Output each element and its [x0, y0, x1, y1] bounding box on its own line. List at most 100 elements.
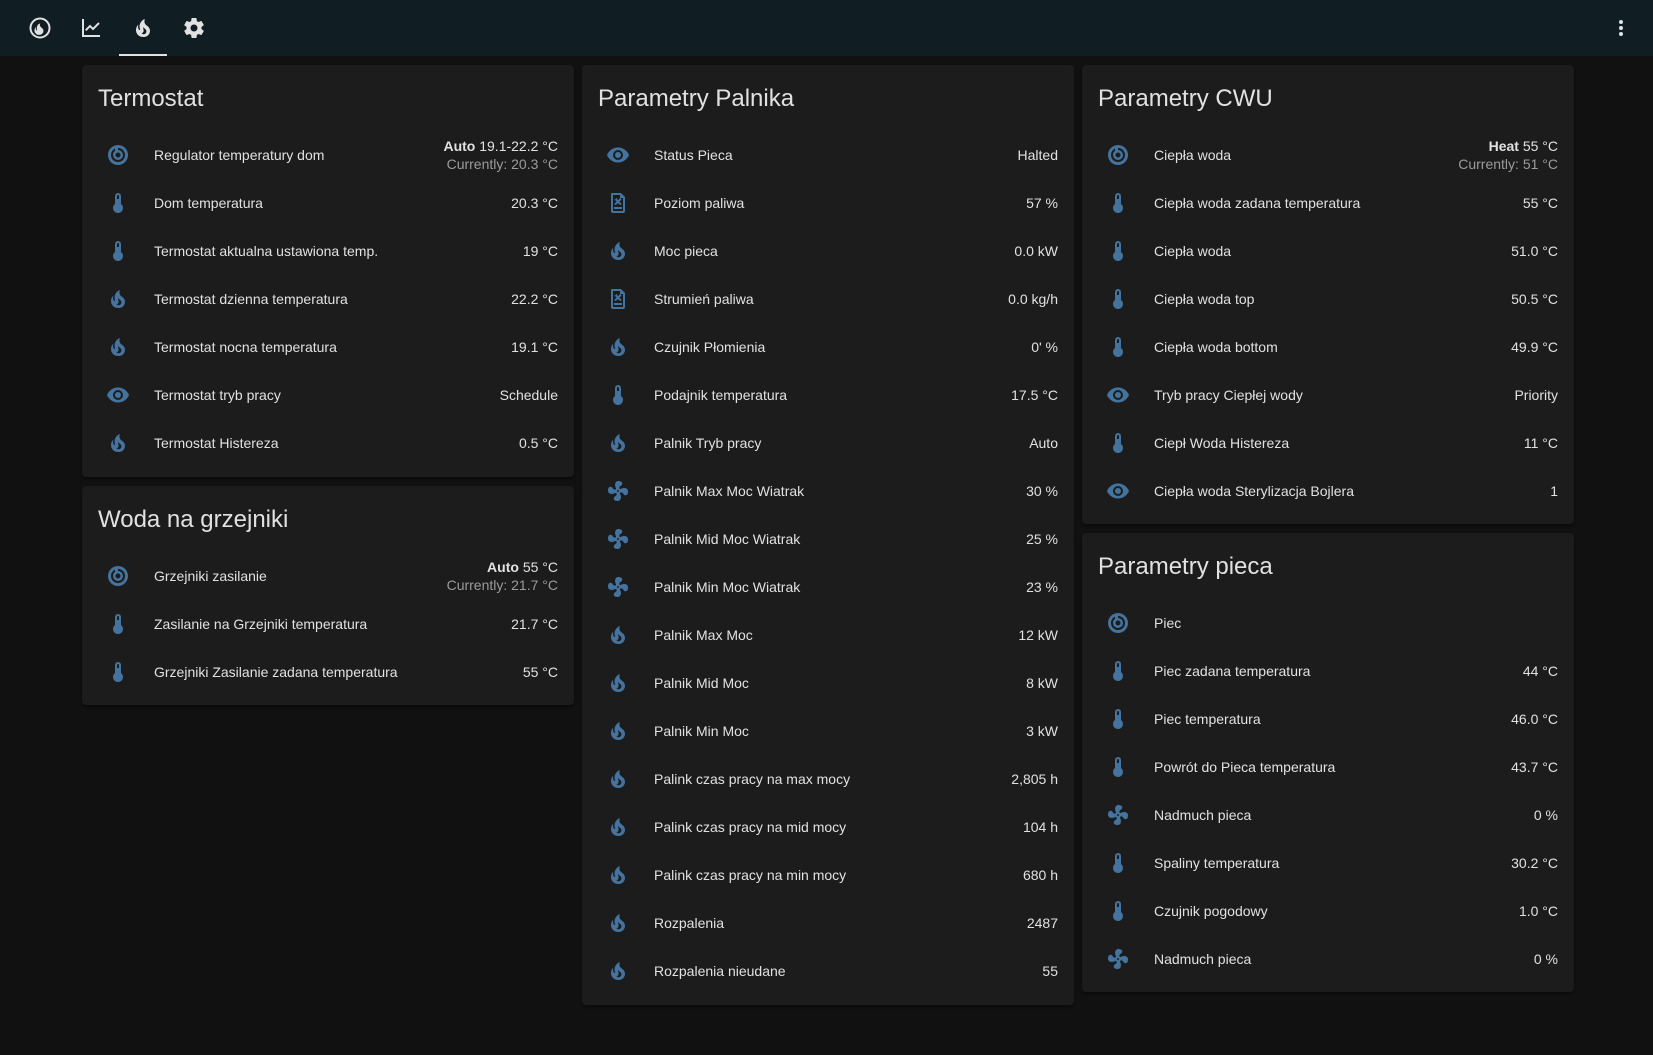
- entity-state: 12 kW: [1018, 627, 1058, 643]
- entity-row[interactable]: Strumień paliwa 0.0 kg/h: [598, 275, 1058, 323]
- entity-row[interactable]: Ciepła woda Sterylizacja Bojlera 1: [1098, 467, 1558, 515]
- tab-boiler[interactable]: [119, 0, 167, 56]
- tab-settings[interactable]: [170, 0, 218, 56]
- thermostat-icon: [98, 556, 138, 596]
- hvac-mode: Auto: [443, 138, 476, 154]
- entity-name: Tryb pracy Ciepłej wody: [1154, 387, 1303, 403]
- entity-name: Strumień paliwa: [654, 291, 754, 307]
- entity-row[interactable]: Nadmuch pieca 0 %: [1098, 791, 1558, 839]
- fire-icon: [598, 327, 638, 367]
- entity-row[interactable]: Nadmuch pieca 0 %: [1098, 935, 1558, 983]
- entity-state: 21.7 °C: [511, 616, 558, 632]
- entity-row[interactable]: Ciepła woda top 50.5 °C: [1098, 275, 1558, 323]
- entity-row[interactable]: Piec: [1098, 599, 1558, 647]
- entity-row[interactable]: Poziom paliwa 57 %: [598, 179, 1058, 227]
- entity-state: 19.1 °C: [511, 339, 558, 355]
- entity-state: 55 °C: [1522, 195, 1558, 211]
- entity-state: 680 h: [1022, 867, 1058, 883]
- entity-row[interactable]: Rozpalenia nieudane 55: [598, 947, 1058, 995]
- entity-row[interactable]: Grzejniki Zasilanie zadana temperatura 55…: [98, 648, 558, 696]
- entity-row[interactable]: Ciepła woda zadana temperatura 55 °C: [1098, 179, 1558, 227]
- target-temperature: 55 °C: [1522, 138, 1558, 154]
- entity-row[interactable]: Ciepła woda bottom 49.9 °C: [1098, 323, 1558, 371]
- entity-name: Grzejniki zasilanie: [154, 568, 267, 584]
- entity-name: Ciepła woda bottom: [1154, 339, 1278, 355]
- entity-row[interactable]: Palnik Mid Moc Wiatrak 25 %: [598, 515, 1058, 563]
- entity-row[interactable]: Powrót do Pieca temperatura 43.7 °C: [1098, 743, 1558, 791]
- eye-icon: [598, 135, 638, 175]
- entity-row[interactable]: Termostat aktualna ustawiona temp. 19 °C: [98, 227, 558, 275]
- tab-history[interactable]: [67, 0, 115, 56]
- entity-row[interactable]: Spaliny temperatura 30.2 °C: [1098, 839, 1558, 887]
- climate-entity-row[interactable]: Grzejniki zasilanie Auto 55 °C Currently: …: [98, 552, 558, 600]
- climate-entity-row[interactable]: Ciepła woda Heat 55 °C Currently: 51 °C: [1098, 131, 1558, 179]
- thermometer-icon: [98, 183, 138, 223]
- entity-row[interactable]: Palnik Mid Moc 8 kW: [598, 659, 1058, 707]
- entity-row[interactable]: Dom temperatura 20.3 °C: [98, 179, 558, 227]
- entity-name: Termostat nocna temperatura: [154, 339, 337, 355]
- hvac-mode: Auto: [487, 559, 519, 575]
- thermometer-icon: [98, 231, 138, 271]
- entity-row[interactable]: Podajnik temperatura 17.5 °C: [598, 371, 1058, 419]
- entity-name: Zasilanie na Grzejniki temperatura: [154, 616, 368, 632]
- entity-row[interactable]: Palnik Min Moc 3 kW: [598, 707, 1058, 755]
- entity-row[interactable]: Palnik Max Moc 12 kW: [598, 611, 1058, 659]
- entity-name: Termostat tryb pracy: [154, 387, 281, 403]
- entity-name: Palnik Tryb pracy: [654, 435, 762, 451]
- entity-row[interactable]: Palnik Min Moc Wiatrak 23 %: [598, 563, 1058, 611]
- fan-icon: [1098, 795, 1138, 835]
- fire-icon: [598, 615, 638, 655]
- entity-state: 0 %: [1533, 807, 1558, 823]
- entity-state: 49.9 °C: [1511, 339, 1558, 355]
- entity-list: Regulator temperatury dom Auto 19.1-22.2 …: [98, 131, 558, 467]
- entity-list: Grzejniki zasilanie Auto 55 °C Currently: …: [98, 552, 558, 696]
- entity-state: 55 °C: [522, 664, 558, 680]
- fire-circle-icon: [28, 16, 52, 40]
- card-parametry-palnika: Parametry Palnika Status Pieca Halted Pozi…: [582, 65, 1074, 1005]
- entity-state: 25 %: [1026, 531, 1058, 547]
- entity-row[interactable]: Zasilanie na Grzejniki temperatura 21.7 °…: [98, 600, 558, 648]
- entity-name: Moc pieca: [654, 243, 718, 259]
- entity-row[interactable]: Ciepła woda 51.0 °C: [1098, 227, 1558, 275]
- climate-entity-row[interactable]: Regulator temperatury dom Auto 19.1-22.2 …: [98, 131, 558, 179]
- thermometer-icon: [1098, 423, 1138, 463]
- entity-list: Ciepła woda Heat 55 °C Currently: 51 °C Cie…: [1098, 131, 1558, 515]
- entity-row[interactable]: Piec temperatura 46.0 °C: [1098, 695, 1558, 743]
- entity-state: 3 kW: [1026, 723, 1058, 739]
- entity-row[interactable]: Termostat dzienna temperatura 22.2 °C: [98, 275, 558, 323]
- card-termostat: Termostat Regulator temperatury dom Auto …: [82, 65, 574, 477]
- entity-row[interactable]: Rozpalenia 2487: [598, 899, 1058, 947]
- entity-row[interactable]: Piec zadana temperatura 44 °C: [1098, 647, 1558, 695]
- entity-row[interactable]: Moc pieca 0.0 kW: [598, 227, 1058, 275]
- entity-row[interactable]: Termostat nocna temperatura 19.1 °C: [98, 323, 558, 371]
- hvac-mode: Heat: [1488, 138, 1519, 154]
- fire-icon: [598, 807, 638, 847]
- entity-list: Status Pieca Halted Poziom paliwa 57 % Moc p…: [598, 131, 1058, 995]
- entity-row[interactable]: Palnik Max Moc Wiatrak 30 %: [598, 467, 1058, 515]
- entity-row[interactable]: Palink czas pracy na min mocy 680 h: [598, 851, 1058, 899]
- entity-state: 0 %: [1533, 951, 1558, 967]
- entity-name: Nadmuch pieca: [1154, 807, 1252, 823]
- entity-row[interactable]: Czujnik pogodowy 1.0 °C: [1098, 887, 1558, 935]
- overflow-menu-button[interactable]: [1601, 8, 1641, 48]
- entity-row[interactable]: Palnik Tryb pracy Auto: [598, 419, 1058, 467]
- entity-name: Ciepła woda zadana temperatura: [1154, 195, 1361, 211]
- entity-row[interactable]: Palink czas pracy na max mocy 2,805 h: [598, 755, 1058, 803]
- entity-name: Ciepła woda: [1154, 147, 1232, 163]
- eye-icon: [1098, 375, 1138, 415]
- entity-name: Piec zadana temperatura: [1154, 663, 1311, 679]
- eye-icon: [1098, 471, 1138, 511]
- entity-row[interactable]: Termostat tryb pracy Schedule: [98, 371, 558, 419]
- entity-name: Podajnik temperatura: [654, 387, 788, 403]
- tab-overview[interactable]: [16, 0, 64, 56]
- entity-row[interactable]: Palink czas pracy na mid mocy 104 h: [598, 803, 1058, 851]
- entity-row[interactable]: Tryb pracy Ciepłej wody Priority: [1098, 371, 1558, 419]
- entity-name: Palink czas pracy na max mocy: [654, 771, 851, 787]
- entity-row[interactable]: Termostat Histereza 0.5 °C: [98, 419, 558, 467]
- entity-row[interactable]: Status Pieca Halted: [598, 131, 1058, 179]
- entity-row[interactable]: Czujnik Płomienia 0' %: [598, 323, 1058, 371]
- entity-name: Termostat dzienna temperatura: [154, 291, 348, 307]
- entity-name: Regulator temperatury dom: [154, 147, 325, 163]
- entity-row[interactable]: Ciepł Woda Histereza 11 °C: [1098, 419, 1558, 467]
- gear-icon: [182, 16, 206, 40]
